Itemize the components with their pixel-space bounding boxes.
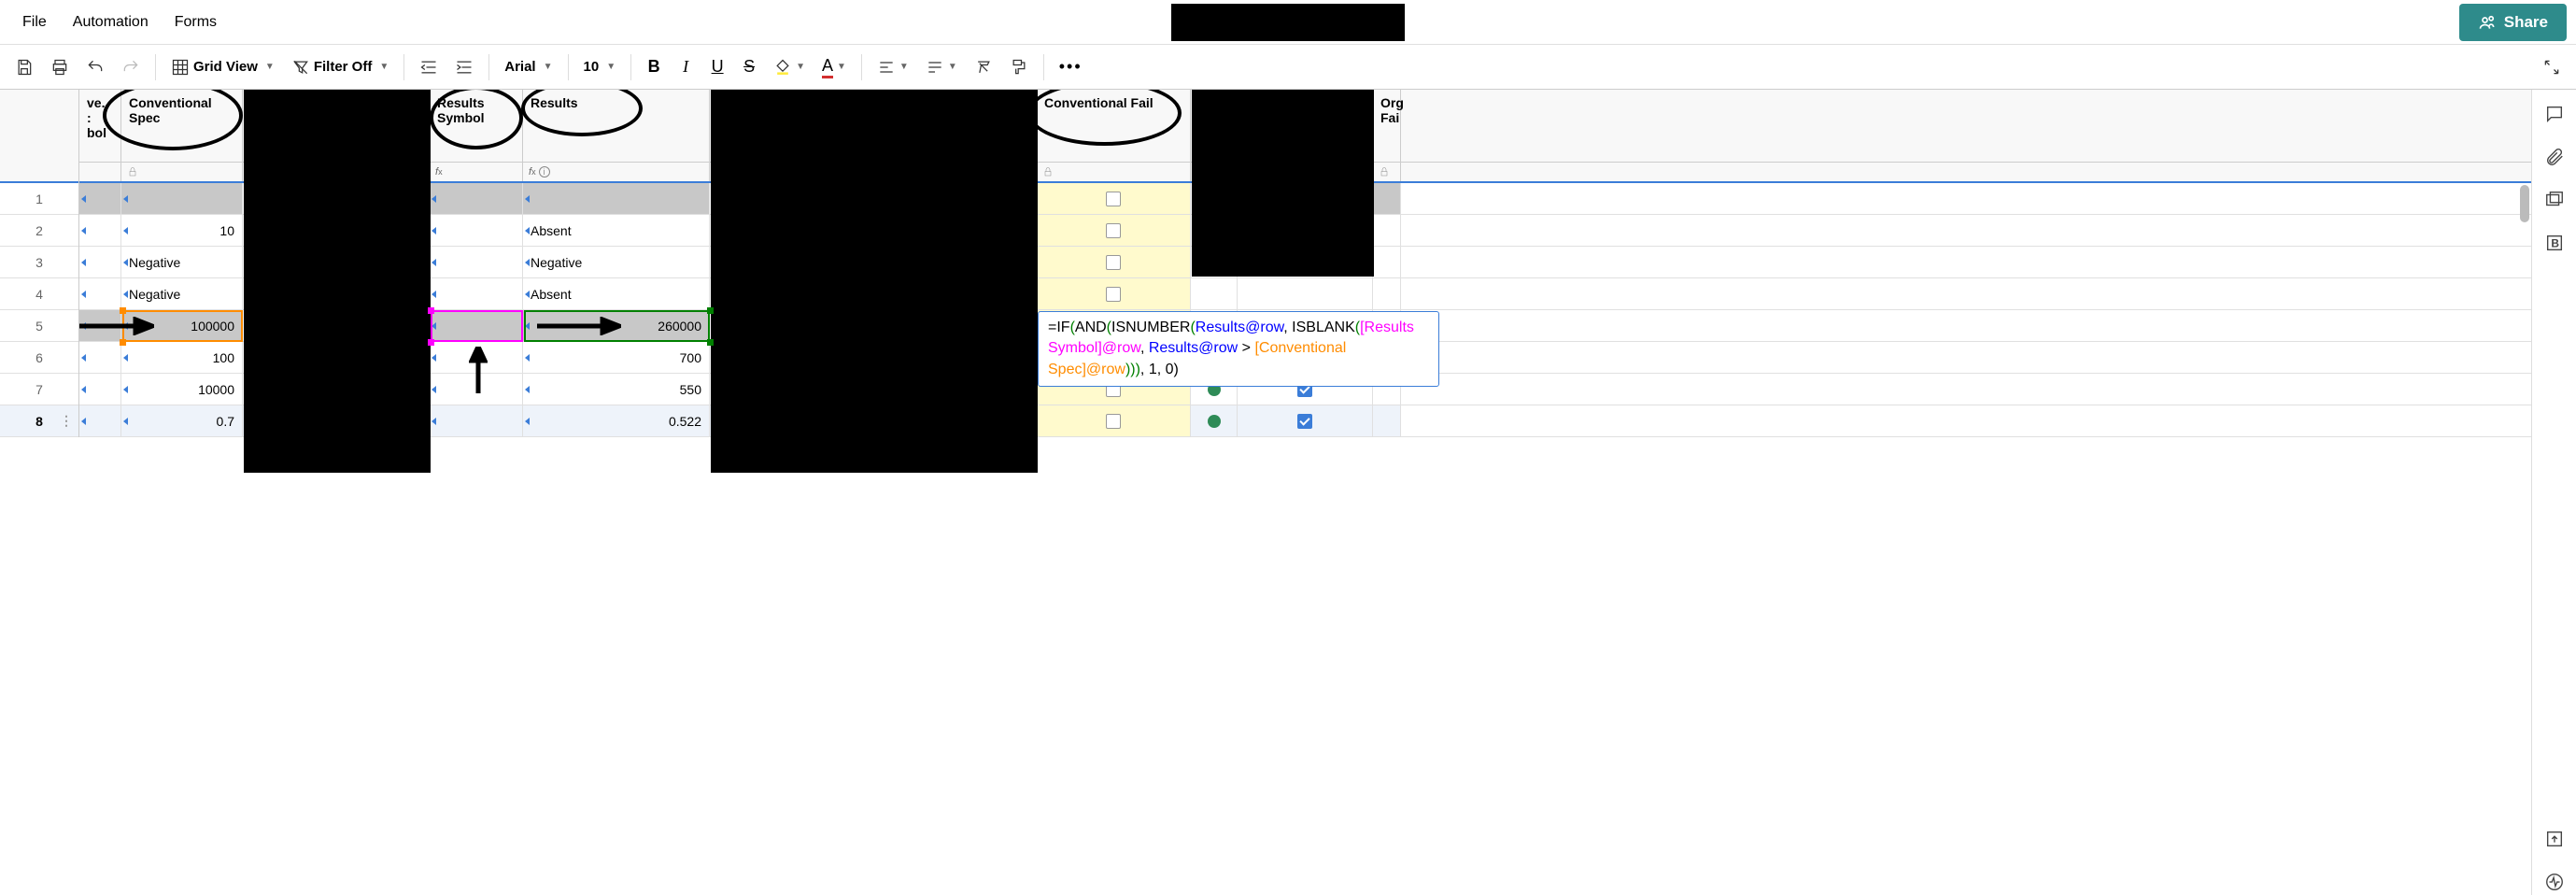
cell-r3-convspec[interactable]: Negative: [121, 247, 243, 277]
menu-bar: File Automation Forms Share: [0, 0, 2576, 45]
grid-view-label: Grid View: [193, 59, 258, 75]
row-headers: 1 2 3 4 5 6 7 8⋮: [0, 90, 79, 437]
svg-text:B: B: [2551, 237, 2559, 250]
cell-r6-convspec[interactable]: 100: [121, 342, 243, 373]
cell-r6-rs[interactable]: [430, 342, 523, 373]
cell-r2-rs[interactable]: [430, 215, 523, 246]
cell-r7-rs[interactable]: [430, 374, 523, 405]
brandfolder-icon[interactable]: B: [2541, 230, 2568, 256]
attachments-icon[interactable]: [2541, 144, 2568, 170]
col-header-organic-fail[interactable]: Org Fai: [1373, 90, 1401, 162]
cell-r2-results[interactable]: Absent: [523, 215, 710, 246]
cell-r2-convspec[interactable]: 10: [121, 215, 243, 246]
cell-r5-rs[interactable]: [430, 310, 523, 341]
filter-button[interactable]: Filter Off ▼: [284, 58, 396, 77]
cell-r3-rs[interactable]: [430, 247, 523, 277]
text-color-button[interactable]: A▼: [814, 52, 854, 82]
undo-button[interactable]: [78, 52, 112, 82]
scrollbar-thumb[interactable]: [2520, 185, 2529, 222]
row-header-5[interactable]: 5: [0, 310, 78, 342]
format-painter-button[interactable]: [1002, 52, 1036, 82]
menu-automation[interactable]: Automation: [60, 7, 162, 38]
spreadsheet-grid[interactable]: 1 2 3 4 5 6 7 8⋮ ve. : bol Conventional …: [0, 90, 2531, 895]
redo-button[interactable]: [114, 52, 148, 82]
menu-forms[interactable]: Forms: [162, 7, 230, 38]
cell-r5-convspec[interactable]: 100000: [121, 310, 243, 341]
cell-r2-cf[interactable]: [1037, 215, 1191, 246]
row-header-8[interactable]: 8⋮: [0, 405, 78, 437]
cell-r8-rs[interactable]: [430, 405, 523, 436]
col-header-partial[interactable]: ve. : bol: [79, 90, 121, 162]
cell-r1-results[interactable]: [523, 183, 710, 214]
redaction-block: [711, 90, 1038, 473]
expand-button[interactable]: [2535, 52, 2569, 82]
menu-file[interactable]: File: [9, 7, 60, 38]
cell-r7-convspec[interactable]: 10000: [121, 374, 243, 405]
col-header-conventional-fail[interactable]: Conventional Fail: [1037, 90, 1191, 162]
cell-r1-rs[interactable]: [430, 183, 523, 214]
cell-r8-convspec[interactable]: 0.7: [121, 405, 243, 436]
share-label: Share: [2504, 13, 2548, 32]
cell-r1-convspec[interactable]: [121, 183, 243, 214]
wrap-button[interactable]: ▼: [918, 52, 965, 82]
clear-format-button[interactable]: [967, 52, 1000, 82]
redacted-title: [1171, 4, 1405, 41]
share-button[interactable]: Share: [2459, 4, 2567, 41]
row-header-1[interactable]: 1: [0, 183, 78, 215]
filter-label: Filter Off: [314, 59, 373, 75]
strikethrough-button[interactable]: S: [734, 52, 764, 82]
cell-r8-cf[interactable]: [1037, 405, 1191, 436]
redaction-block: [1192, 90, 1374, 277]
formula-tooltip: =IF(AND(ISNUMBER(Results@row, ISBLANK([R…: [1038, 311, 1439, 387]
bold-button[interactable]: B: [639, 52, 669, 82]
outdent-button[interactable]: [412, 52, 446, 82]
cell-r3-cf[interactable]: [1037, 247, 1191, 277]
proofs-icon[interactable]: [2541, 187, 2568, 213]
print-button[interactable]: [43, 52, 77, 82]
save-button[interactable]: [7, 52, 41, 82]
col-header-results[interactable]: Results: [523, 90, 710, 162]
activity-icon[interactable]: [2541, 869, 2568, 895]
font-size-selector[interactable]: 10 ▼: [576, 59, 624, 75]
row-header-4[interactable]: 4: [0, 278, 78, 310]
cell-r6-results[interactable]: 700: [523, 342, 710, 373]
font-size-label: 10: [584, 59, 600, 75]
more-button[interactable]: •••: [1052, 52, 1090, 82]
font-label: Arial: [504, 59, 535, 75]
cell-r7-results[interactable]: 550: [523, 374, 710, 405]
toolbar: Grid View ▼ Filter Off ▼ Arial ▼ 10 ▼ B …: [0, 45, 2576, 90]
align-button[interactable]: ▼: [870, 52, 916, 82]
comments-icon[interactable]: [2541, 101, 2568, 127]
row-header-6[interactable]: 6: [0, 342, 78, 374]
grid-view-selector[interactable]: Grid View ▼: [163, 58, 282, 77]
underline-button[interactable]: U: [702, 52, 732, 82]
fill-color-button[interactable]: ▼: [766, 52, 813, 82]
indent-button[interactable]: [447, 52, 481, 82]
redaction-block: [244, 90, 431, 473]
cell-r3-results[interactable]: Negative: [523, 247, 710, 277]
italic-button[interactable]: I: [671, 52, 701, 82]
cell-r4-cf[interactable]: [1037, 278, 1191, 309]
right-sidebar: B: [2531, 90, 2576, 895]
cell-r5-results[interactable]: 260000: [523, 310, 710, 341]
row-header-3[interactable]: 3: [0, 247, 78, 278]
cell-r8-results[interactable]: 0.522: [523, 405, 710, 436]
row-header-7[interactable]: 7: [0, 374, 78, 405]
col-header-results-symbol[interactable]: Results Symbol: [430, 90, 523, 162]
cell-r4-rs[interactable]: [430, 278, 523, 309]
cell-r4-results[interactable]: Absent: [523, 278, 710, 309]
cell-r1-cf[interactable]: [1037, 183, 1191, 214]
col-header-conventional-spec[interactable]: Conventional Spec: [121, 90, 243, 162]
upload-icon[interactable]: [2541, 826, 2568, 852]
row-header-2[interactable]: 2: [0, 215, 78, 247]
font-selector[interactable]: Arial ▼: [497, 59, 559, 75]
cell-r4-convspec[interactable]: Negative: [121, 278, 243, 309]
